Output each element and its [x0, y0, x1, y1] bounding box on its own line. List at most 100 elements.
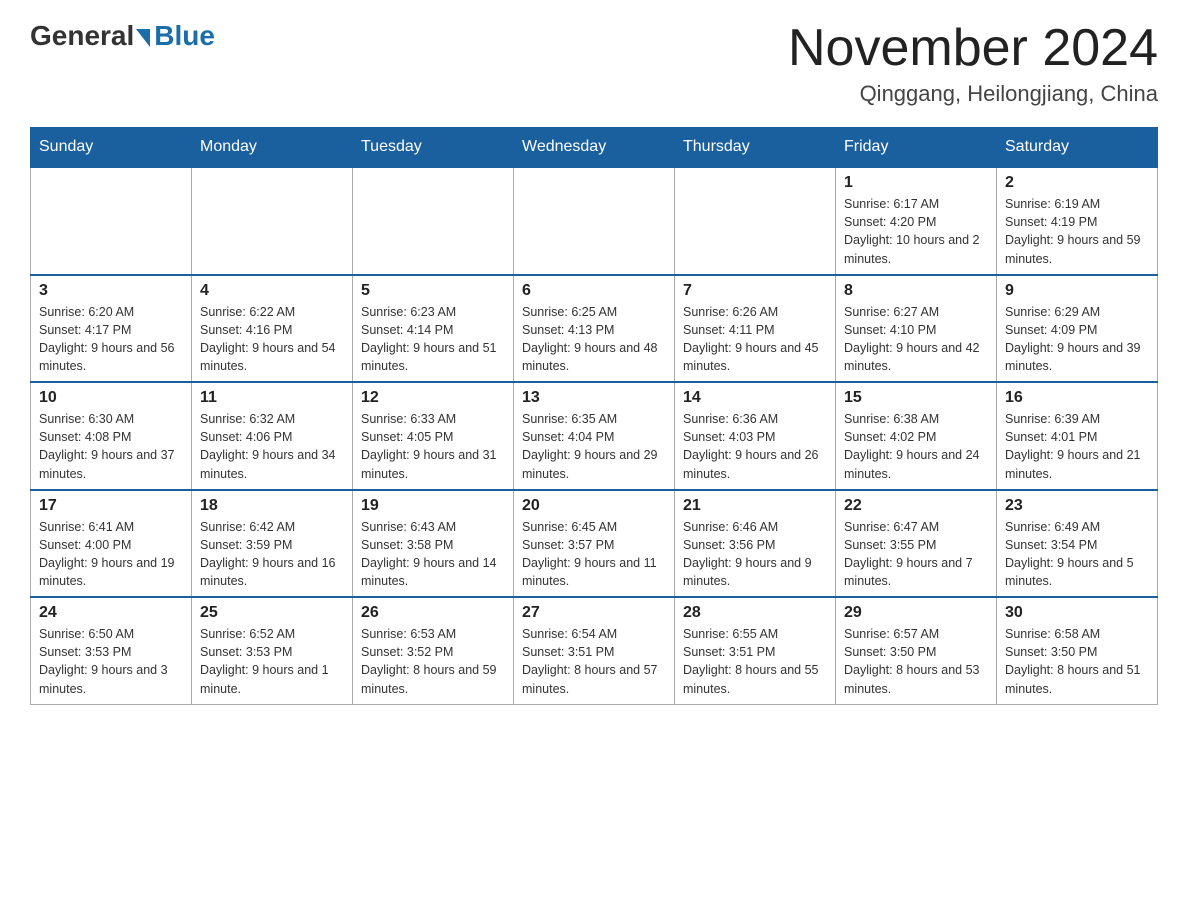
day-number: 2	[1005, 174, 1149, 192]
day-info: Sunrise: 6:26 AMSunset: 4:11 PMDaylight:…	[683, 303, 827, 376]
day-number: 26	[361, 604, 505, 622]
day-number: 25	[200, 604, 344, 622]
day-number: 13	[522, 389, 666, 407]
calendar-cell: 1 Sunrise: 6:17 AMSunset: 4:20 PMDaylight…	[836, 167, 997, 275]
day-info: Sunrise: 6:47 AMSunset: 3:55 PMDaylight:…	[844, 518, 988, 591]
location-title: Qinggang, Heilongjiang, China	[788, 81, 1158, 107]
calendar-cell: 13Sunrise: 6:35 AMSunset: 4:04 PMDayligh…	[514, 382, 675, 490]
day-number: 15	[844, 389, 988, 407]
day-info: Sunrise: 6:20 AMSunset: 4:17 PMDaylight:…	[39, 303, 183, 376]
weekday-header-monday: Monday	[192, 128, 353, 168]
day-info: Sunrise: 6:32 AMSunset: 4:06 PMDaylight:…	[200, 410, 344, 483]
calendar-cell: 10 Sunrise: 6:30 AMSunset: 4:08 PMDayligh…	[31, 382, 192, 490]
month-title: November 2024	[788, 20, 1158, 77]
weekday-header-tuesday: Tuesday	[353, 128, 514, 168]
calendar-cell: 6 Sunrise: 6:25 AMSunset: 4:13 PMDaylight…	[514, 275, 675, 383]
calendar-cell	[514, 167, 675, 275]
week-row-4: 17Sunrise: 6:41 AMSunset: 4:00 PMDayligh…	[31, 490, 1158, 598]
calendar-cell: 27 Sunrise: 6:54 AMSunset: 3:51 PMDayligh…	[514, 597, 675, 704]
day-number: 16	[1005, 389, 1149, 407]
day-number: 29	[844, 604, 988, 622]
calendar-cell: 23Sunrise: 6:49 AMSunset: 3:54 PMDayligh…	[997, 490, 1158, 598]
title-section: November 2024 Qinggang, Heilongjiang, Ch…	[788, 20, 1158, 107]
day-number: 7	[683, 282, 827, 300]
weekday-header-saturday: Saturday	[997, 128, 1158, 168]
day-number: 10	[39, 389, 183, 407]
day-info: Sunrise: 6:29 AMSunset: 4:09 PMDaylight:…	[1005, 303, 1149, 376]
day-info: Sunrise: 6:42 AMSunset: 3:59 PMDaylight:…	[200, 518, 344, 591]
calendar-cell: 25Sunrise: 6:52 AMSunset: 3:53 PMDayligh…	[192, 597, 353, 704]
calendar-cell: 22Sunrise: 6:47 AMSunset: 3:55 PMDayligh…	[836, 490, 997, 598]
day-info: Sunrise: 6:39 AMSunset: 4:01 PMDaylight:…	[1005, 410, 1149, 483]
day-info: Sunrise: 6:19 AMSunset: 4:19 PMDaylight:…	[1005, 195, 1149, 268]
weekday-header-sunday: Sunday	[31, 128, 192, 168]
day-info: Sunrise: 6:57 AMSunset: 3:50 PMDaylight:…	[844, 625, 988, 698]
day-info: Sunrise: 6:54 AMSunset: 3:51 PMDaylight:…	[522, 625, 666, 698]
calendar-header-row: SundayMondayTuesdayWednesdayThursdayFrid…	[31, 128, 1158, 168]
calendar-cell: 12 Sunrise: 6:33 AMSunset: 4:05 PMDayligh…	[353, 382, 514, 490]
day-info: Sunrise: 6:36 AMSunset: 4:03 PMDaylight:…	[683, 410, 827, 483]
day-info: Sunrise: 6:30 AMSunset: 4:08 PMDaylight:…	[39, 410, 183, 483]
week-row-5: 24 Sunrise: 6:50 AMSunset: 3:53 PMDayligh…	[31, 597, 1158, 704]
day-number: 23	[1005, 497, 1149, 515]
day-number: 19	[361, 497, 505, 515]
day-info: Sunrise: 6:33 AMSunset: 4:05 PMDaylight:…	[361, 410, 505, 483]
day-number: 18	[200, 497, 344, 515]
day-number: 30	[1005, 604, 1149, 622]
day-info: Sunrise: 6:27 AMSunset: 4:10 PMDaylight:…	[844, 303, 988, 376]
logo: General Blue	[30, 20, 215, 52]
week-row-1: 1 Sunrise: 6:17 AMSunset: 4:20 PMDaylight…	[31, 167, 1158, 275]
day-number: 11	[200, 389, 344, 407]
calendar-cell	[353, 167, 514, 275]
calendar-cell: 3 Sunrise: 6:20 AMSunset: 4:17 PMDaylight…	[31, 275, 192, 383]
calendar-cell: 2 Sunrise: 6:19 AMSunset: 4:19 PMDaylight…	[997, 167, 1158, 275]
calendar-cell	[192, 167, 353, 275]
logo-general-text: General	[30, 20, 134, 52]
day-number: 4	[200, 282, 344, 300]
logo-arrow-icon	[136, 29, 150, 47]
day-number: 27	[522, 604, 666, 622]
calendar-cell: 30 Sunrise: 6:58 AMSunset: 3:50 PMDayligh…	[997, 597, 1158, 704]
day-number: 1	[844, 174, 988, 192]
calendar-cell: 24 Sunrise: 6:50 AMSunset: 3:53 PMDayligh…	[31, 597, 192, 704]
weekday-header-friday: Friday	[836, 128, 997, 168]
calendar-cell: 5Sunrise: 6:23 AMSunset: 4:14 PMDaylight…	[353, 275, 514, 383]
calendar-table: SundayMondayTuesdayWednesdayThursdayFrid…	[30, 127, 1158, 705]
weekday-header-thursday: Thursday	[675, 128, 836, 168]
day-number: 28	[683, 604, 827, 622]
day-number: 14	[683, 389, 827, 407]
calendar-cell: 26 Sunrise: 6:53 AMSunset: 3:52 PMDayligh…	[353, 597, 514, 704]
calendar-cell: 21 Sunrise: 6:46 AMSunset: 3:56 PMDayligh…	[675, 490, 836, 598]
day-number: 9	[1005, 282, 1149, 300]
day-info: Sunrise: 6:41 AMSunset: 4:00 PMDaylight:…	[39, 518, 183, 591]
calendar-cell: 4 Sunrise: 6:22 AMSunset: 4:16 PMDaylight…	[192, 275, 353, 383]
calendar-cell: 17Sunrise: 6:41 AMSunset: 4:00 PMDayligh…	[31, 490, 192, 598]
day-number: 3	[39, 282, 183, 300]
day-number: 24	[39, 604, 183, 622]
day-info: Sunrise: 6:46 AMSunset: 3:56 PMDaylight:…	[683, 518, 827, 591]
day-info: Sunrise: 6:58 AMSunset: 3:50 PMDaylight:…	[1005, 625, 1149, 698]
day-info: Sunrise: 6:22 AMSunset: 4:16 PMDaylight:…	[200, 303, 344, 376]
calendar-cell: 15 Sunrise: 6:38 AMSunset: 4:02 PMDayligh…	[836, 382, 997, 490]
day-info: Sunrise: 6:38 AMSunset: 4:02 PMDaylight:…	[844, 410, 988, 483]
day-number: 12	[361, 389, 505, 407]
week-row-3: 10 Sunrise: 6:30 AMSunset: 4:08 PMDayligh…	[31, 382, 1158, 490]
week-row-2: 3 Sunrise: 6:20 AMSunset: 4:17 PMDaylight…	[31, 275, 1158, 383]
day-info: Sunrise: 6:45 AMSunset: 3:57 PMDaylight:…	[522, 518, 666, 591]
day-info: Sunrise: 6:25 AMSunset: 4:13 PMDaylight:…	[522, 303, 666, 376]
day-number: 6	[522, 282, 666, 300]
calendar-cell: 11 Sunrise: 6:32 AMSunset: 4:06 PMDayligh…	[192, 382, 353, 490]
calendar-cell: 16 Sunrise: 6:39 AMSunset: 4:01 PMDayligh…	[997, 382, 1158, 490]
day-info: Sunrise: 6:17 AMSunset: 4:20 PMDaylight:…	[844, 195, 988, 268]
weekday-header-wednesday: Wednesday	[514, 128, 675, 168]
day-info: Sunrise: 6:50 AMSunset: 3:53 PMDaylight:…	[39, 625, 183, 698]
day-number: 8	[844, 282, 988, 300]
calendar-cell: 20 Sunrise: 6:45 AMSunset: 3:57 PMDayligh…	[514, 490, 675, 598]
day-info: Sunrise: 6:53 AMSunset: 3:52 PMDaylight:…	[361, 625, 505, 698]
day-number: 5	[361, 282, 505, 300]
day-number: 20	[522, 497, 666, 515]
page-header: General Blue November 2024 Qinggang, Hei…	[30, 20, 1158, 107]
day-number: 21	[683, 497, 827, 515]
calendar-cell: 9 Sunrise: 6:29 AMSunset: 4:09 PMDaylight…	[997, 275, 1158, 383]
logo-blue-text: Blue	[154, 20, 215, 52]
